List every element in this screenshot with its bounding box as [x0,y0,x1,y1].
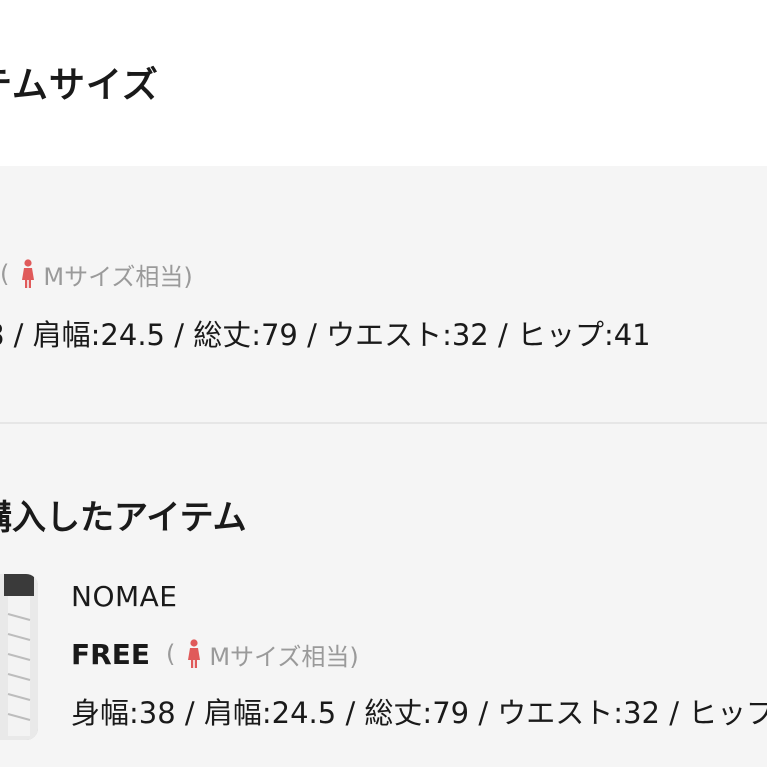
item-size-page: テムサイズ ( Mサイズ相当) 8 / 肩幅:24.5 / 総丈:79 / ウエ… [0,0,767,767]
item-size-note-prefix: ( [165,640,176,668]
item-measurements: 身幅:38 / 肩幅:24.5 / 総丈:79 / ウエスト:32 / ヒップ:… [71,696,767,730]
size-measurements: 8 / 肩幅:24.5 / 総丈:79 / ウエスト:32 / ヒップ:41 [0,318,651,352]
woman-figure-icon [188,639,201,668]
size-note-text: Mサイズ相当) [43,262,193,291]
item-thumbnail[interactable] [0,574,38,740]
item-size-row: FREE ( Mサイズ相当) [71,632,359,676]
size-note: ( Mサイズ相当) [0,257,193,292]
item-size-note-text: Mサイズ相当) [209,642,359,671]
item-size-label: FREE [71,637,150,671]
item-brand[interactable]: NOMAE [71,580,178,613]
woman-figure-icon [22,259,35,288]
item-size-note: ( Mサイズ相当) [166,637,359,672]
section-title: テムサイズ [0,65,159,106]
item-thumbnail-image [0,574,38,740]
purchased-items-title: 購入したアイテム [0,498,247,538]
size-note-prefix: ( [0,260,10,288]
divider [0,422,767,424]
model-size-note: ( Mサイズ相当) [0,252,193,296]
